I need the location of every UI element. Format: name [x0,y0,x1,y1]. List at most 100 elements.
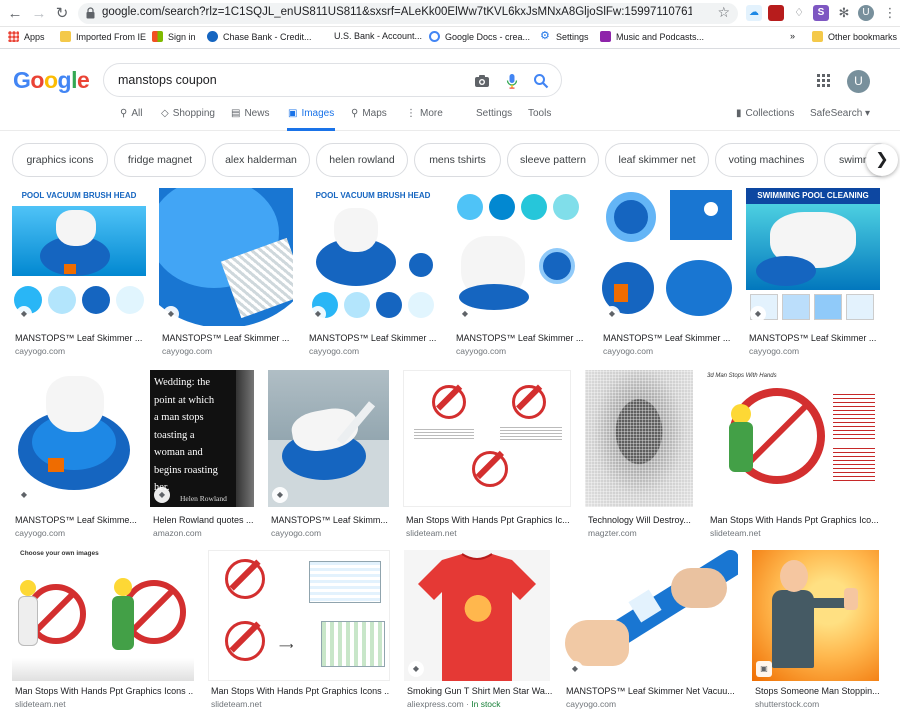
result-thumbnail[interactable] [403,370,571,507]
chip-voting-machines[interactable]: voting machines [715,143,818,177]
image-result[interactable]: ◆ Smoking Gun T Shirt Men Star Wa... ali… [404,550,553,715]
bookmark-star-icon[interactable]: ☆ [717,4,730,21]
result-caption[interactable]: MANSTOPS™ Leaf Skimmer ... [456,333,586,343]
result-caption[interactable]: MANSTOPS™ Leaf Skimmer ... [162,333,292,343]
puzzle-extensions-icon[interactable]: ✻ [836,5,852,21]
image-result[interactable]: 3d Man Stops With Hands Man Stops With H… [707,370,879,540]
account-avatar[interactable]: U [847,70,870,93]
search-icon[interactable] [533,73,549,89]
image-result[interactable]: ⟶ Man Stops With Hands Ppt Graphics Icon… [208,550,390,715]
bookmark-overflow[interactable]: » [790,31,795,41]
safesearch-toggle[interactable]: SafeSearch ▾ [810,108,870,119]
image-result[interactable]: Choose your own images Man Stops With Ha… [12,550,194,715]
tab-maps[interactable]: ⚲ Maps [351,108,387,119]
tab-more[interactable]: ⋮ More [406,108,443,119]
chip-fridge-magnet[interactable]: fridge magnet [114,143,206,177]
chip-leaf-skimmer-net[interactable]: leaf skimmer net [605,143,709,177]
result-caption[interactable]: MANSTOPS™ Leaf Skimmer ... [15,333,145,343]
search-box[interactable]: manstops coupon [103,63,562,97]
tab-settings[interactable]: Settings [476,108,512,119]
result-thumbnail[interactable]: ◆ [453,188,587,326]
s-extension-icon[interactable]: S [813,5,829,21]
result-caption[interactable]: MANSTOPS™ Leaf Skimmer Net Vacuu... [566,686,738,696]
image-result[interactable]: ◆ MANSTOPS™ Leaf Skimmer ... cayyogo.com [600,188,734,358]
bookmark-imported[interactable]: Imported From IE [60,31,146,42]
chrome-menu-icon[interactable]: ⋮ [882,5,898,21]
bookmark-music[interactable]: Music and Podcasts... [600,31,704,42]
image-result[interactable]: ▣ Stops Someone Man Stoppin... shutterst… [752,550,879,715]
image-result[interactable]: Technology Will Destroy... magzter.com [585,370,693,540]
cloud-extension-icon[interactable]: ☁ [746,5,762,21]
result-thumbnail[interactable]: POOL VACUUM BRUSH HEAD ◆ [306,188,440,326]
image-result[interactable]: POOL VACUUM BRUSH HEAD ◆ MANSTOPS™ Leaf … [12,188,146,358]
result-thumbnail[interactable]: ▣ [752,550,879,681]
result-caption[interactable]: MANSTOPS™ Leaf Skimmer ... [603,333,733,343]
result-caption[interactable]: Technology Will Destroy... [588,515,692,525]
forward-icon[interactable]: → [30,5,48,23]
result-thumbnail[interactable]: POOL VACUUM BRUSH HEAD ◆ [12,188,146,326]
bookmark-apps[interactable]: Apps [8,31,45,42]
result-thumbnail[interactable] [585,370,693,507]
tab-tools[interactable]: Tools [528,108,551,119]
image-result[interactable]: POOL VACUUM BRUSH HEAD ◆ MANSTOPS™ Leaf … [306,188,440,358]
result-thumbnail[interactable]: 3d Man Stops With Hands [707,370,879,507]
image-result[interactable]: ◆ MANSTOPS™ Leaf Skimm... cayyogo.com [268,370,389,540]
bookmark-chase[interactable]: Chase Bank - Credit... [207,31,312,42]
chip-helen-rowland[interactable]: helen rowland [316,143,408,177]
result-thumbnail[interactable]: ◆ [404,550,550,681]
pocket-extension-icon[interactable]: ♢ [791,5,807,21]
tab-shopping[interactable]: ◇ Shopping [161,108,215,119]
chip-graphics-icons[interactable]: graphics icons [12,143,108,177]
result-thumbnail[interactable]: Wedding: the point at which a man stops … [150,370,254,507]
bookmark-sign-in[interactable]: Sign in [152,31,196,42]
image-result[interactable]: ◆ MANSTOPS™ Leaf Skimmer Net Vacuu... ca… [563,550,738,715]
back-icon[interactable]: ← [6,5,24,23]
result-caption[interactable]: MANSTOPS™ Leaf Skimm... [271,515,391,525]
result-caption[interactable]: MANSTOPS™ Leaf Skimmer ... [749,333,879,343]
result-caption[interactable]: Smoking Gun T Shirt Men Star Wa... [407,686,553,696]
tab-news[interactable]: ▤ News [231,108,269,119]
tab-images[interactable]: ▣ Images [288,108,334,119]
microphone-icon[interactable] [504,73,520,89]
pdf-extension-icon[interactable] [768,5,784,21]
image-result[interactable]: ◆ MANSTOPS™ Leaf Skimmer ... cayyogo.com [453,188,587,358]
image-result[interactable]: Wedding: the point at which a man stops … [150,370,254,540]
result-thumbnail[interactable]: ◆ [563,550,738,681]
result-thumbnail[interactable]: ◆ [600,188,734,326]
google-logo[interactable]: Google [13,67,90,94]
bookmark-other[interactable]: Other bookmarks [812,31,897,42]
result-caption[interactable]: Stops Someone Man Stoppin... [755,686,879,696]
bookmark-google-docs[interactable]: Google Docs - crea... [429,31,530,42]
result-caption[interactable]: Helen Rowland quotes ... [153,515,257,525]
camera-icon[interactable] [474,73,490,89]
profile-icon[interactable]: U [858,5,874,21]
tab-all[interactable]: ⚲ All [120,108,142,119]
image-result[interactable]: ◆ MANSTOPS™ Leaf Skimme... cayyogo.com [12,370,137,540]
result-thumbnail[interactable]: ◆ [12,370,137,507]
address-bar[interactable]: google.com/search?rlz=1C1SQJL_enUS811US8… [78,3,738,24]
result-thumbnail[interactable]: ⟶ [208,550,390,681]
result-thumbnail[interactable]: SWIMMING POOL CLEANING BRUSH ◆ [746,188,880,326]
result-caption[interactable]: Man Stops With Hands Ppt Graphics Icons … [211,686,389,696]
collections-link[interactable]: ▮ Collections [736,108,794,119]
result-caption[interactable]: Man Stops With Hands Ppt Graphics Icons … [15,686,193,696]
result-caption[interactable]: MANSTOPS™ Leaf Skimmer ... [309,333,439,343]
chip-alex-halderman[interactable]: alex halderman [212,143,310,177]
chip-sleeve-pattern[interactable]: sleeve pattern [507,143,599,177]
bookmark-usbank[interactable]: U.S. Bank - Account... [334,31,422,41]
google-apps-icon[interactable] [817,74,830,87]
result-thumbnail[interactable]: Choose your own images [12,550,194,681]
result-caption[interactable]: Man Stops With Hands Ppt Graphics Ic... [406,515,570,525]
result-caption[interactable]: Man Stops With Hands Ppt Graphics Ico... [710,515,878,525]
bookmark-settings[interactable]: ⚙ Settings [540,31,589,42]
result-thumbnail[interactable]: ◆ [159,188,293,326]
chevron-right-icon[interactable]: ❯ [866,144,898,176]
result-caption[interactable]: MANSTOPS™ Leaf Skimme... [15,515,137,525]
image-result[interactable]: Man Stops With Hands Ppt Graphics Ic... … [403,370,571,540]
result-thumbnail[interactable]: ◆ [268,370,389,507]
chip-mens-tshirts[interactable]: mens tshirts [414,143,501,177]
search-input[interactable]: manstops coupon [118,73,217,87]
image-result[interactable]: SWIMMING POOL CLEANING BRUSH ◆ MANSTOPS™… [746,188,880,358]
reload-icon[interactable]: ↻ [53,5,71,23]
image-result[interactable]: ◆ MANSTOPS™ Leaf Skimmer ... cayyogo.com [159,188,293,358]
